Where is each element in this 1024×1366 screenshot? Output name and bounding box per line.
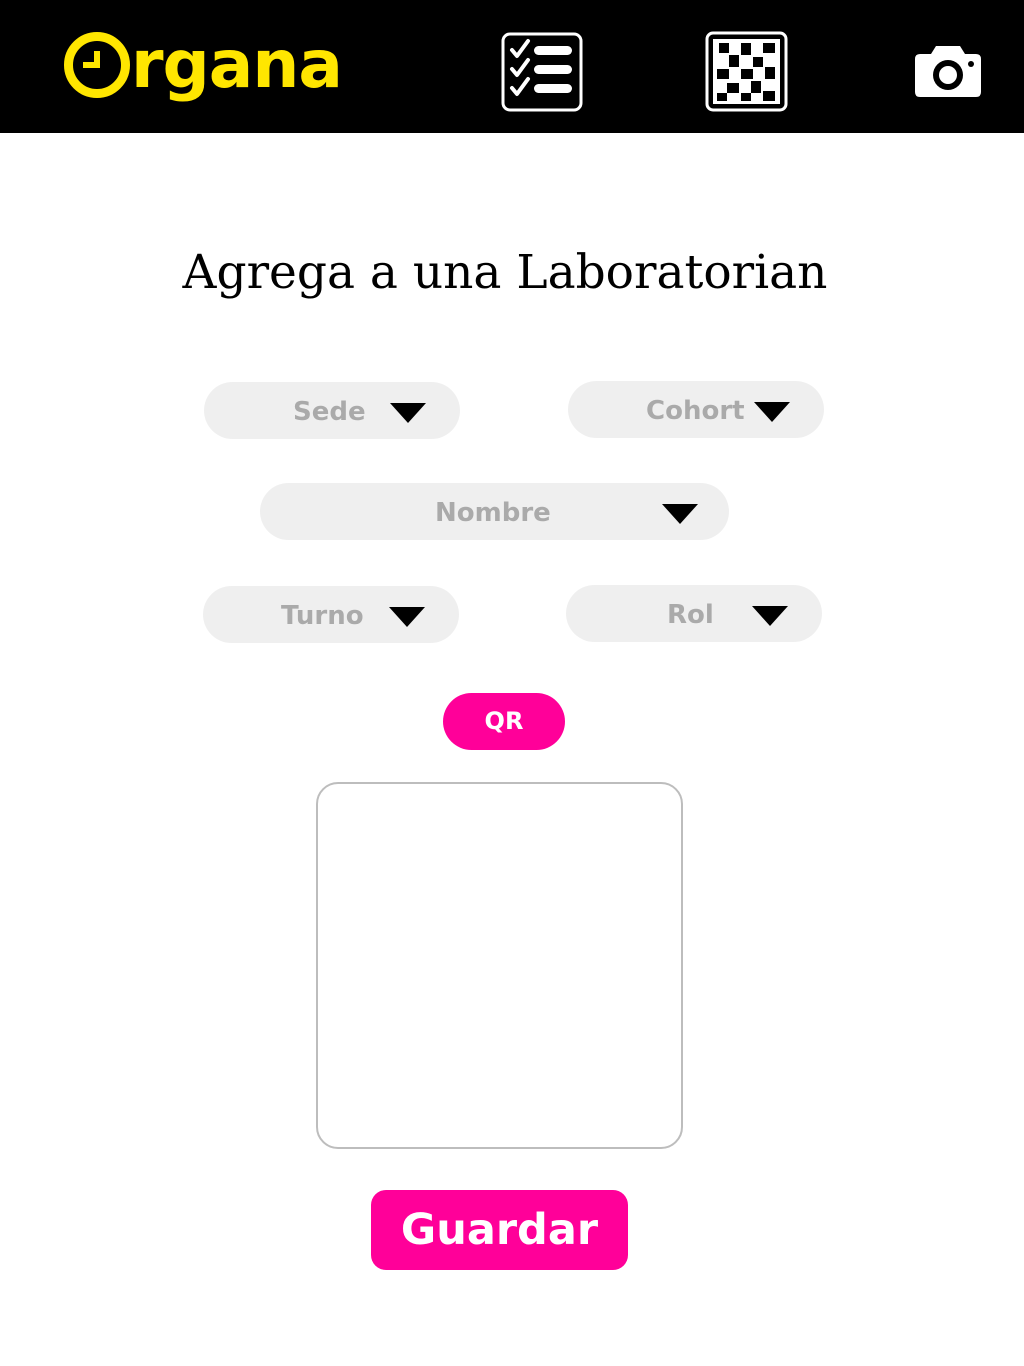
organa-logo[interactable]: rgana xyxy=(64,14,343,114)
nombre-select[interactable]: Nombre xyxy=(260,483,729,540)
chevron-down-icon xyxy=(389,607,425,627)
qr-preview-box xyxy=(316,782,683,1149)
rol-select-label: Rol xyxy=(667,600,714,630)
checklist-icon[interactable] xyxy=(501,32,583,112)
rol-select[interactable]: Rol xyxy=(566,585,822,642)
save-button[interactable]: Guardar xyxy=(371,1190,628,1270)
page-title: Agrega a una Laboratorian xyxy=(182,245,828,300)
logo-text: rgana xyxy=(131,25,343,103)
chevron-down-icon xyxy=(752,606,788,626)
chevron-down-icon xyxy=(754,402,790,422)
turno-select[interactable]: Turno xyxy=(203,586,459,643)
camera-icon[interactable] xyxy=(914,42,982,98)
cohort-select[interactable]: Cohort xyxy=(568,381,824,438)
sede-select[interactable]: Sede xyxy=(204,382,460,439)
top-navigation-bar: rgana xyxy=(0,0,1024,133)
sede-select-label: Sede xyxy=(293,397,366,427)
clock-o-icon xyxy=(64,32,130,98)
chevron-down-icon xyxy=(390,403,426,423)
chevron-down-icon xyxy=(662,504,698,524)
turno-select-label: Turno xyxy=(281,601,364,631)
nombre-select-label: Nombre xyxy=(435,498,551,528)
cohort-select-label: Cohort xyxy=(646,396,745,426)
qr-code-icon[interactable] xyxy=(705,31,788,112)
generate-qr-button[interactable]: QR xyxy=(443,693,565,750)
